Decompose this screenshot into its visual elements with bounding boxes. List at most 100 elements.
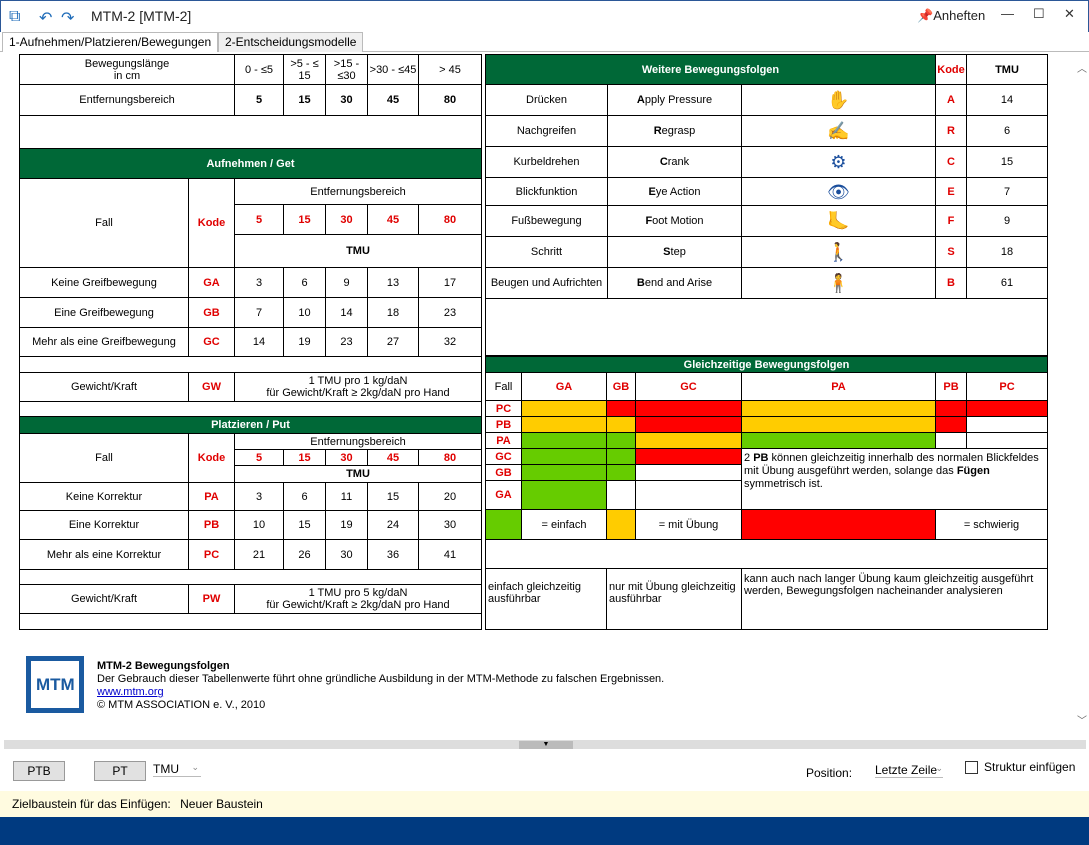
get-range-label: Entfernungsbereich <box>234 178 482 205</box>
get-weight-text-2: für Gewicht/Kraft ≥ 2kg/daN pro Hand <box>266 387 450 399</box>
minimize-icon[interactable]: — <box>1001 6 1014 21</box>
get-row-value: 14 <box>234 327 284 357</box>
further-row-en-rest: rank <box>667 156 690 168</box>
get-code-3: 45 <box>367 204 419 235</box>
tab-entscheidungsmodelle[interactable]: 2-Entscheidungsmodelle <box>218 32 364 52</box>
simul-cell <box>966 432 1048 449</box>
scroll-up-icon[interactable]: ︿ <box>1077 60 1087 75</box>
title-bar: ⧉ ↶ ↷ MTM-2 [MTM-2] 📌Anheften — ☐ ✕ <box>0 0 1089 32</box>
redo-icon[interactable]: ↷ <box>61 8 74 28</box>
pt-button[interactable]: PT <box>94 761 146 781</box>
footer-title: MTM-2 Bewegungsfolgen <box>97 660 230 672</box>
put-weight-text: 1 TMU pro 5 kg/daN für Gewicht/Kraft ≥ 2k… <box>234 584 482 614</box>
footer-link[interactable]: www.mtm.org <box>97 686 664 699</box>
further-row-en: Crank <box>607 146 742 178</box>
simul-cell <box>741 400 936 417</box>
undo-icon[interactable]: ↶ <box>39 8 52 28</box>
get-title: Aufnehmen / Get <box>19 148 482 179</box>
get-row-value: 27 <box>367 327 419 357</box>
distance-label: Entfernungsbereich <box>19 84 235 116</box>
tab-aufnehmen[interactable]: 1-Aufnehmen/Platzieren/Bewegungen <box>2 32 219 53</box>
desc-hard: kann auch nach langer Übung kaum gleichz… <box>741 568 1048 630</box>
simul-cell <box>606 432 636 449</box>
put-range-label: Entfernungsbereich <box>234 433 482 450</box>
spacer <box>485 539 1048 569</box>
put-row-value: 19 <box>325 510 368 540</box>
simul-col-header: GB <box>606 372 636 401</box>
pin-button[interactable]: 📌Anheften <box>917 8 985 24</box>
simul-row-header: GA <box>485 480 522 510</box>
struktur-checkbox[interactable] <box>965 761 978 774</box>
further-row-tmu: 61 <box>966 267 1048 299</box>
further-row-en-rest: tep <box>670 246 686 258</box>
put-row-value: 21 <box>234 539 284 570</box>
put-row-value: 24 <box>367 510 419 540</box>
further-row-en-first: E <box>648 185 656 198</box>
put-row-label: Keine Korrektur <box>19 482 189 511</box>
further-row-de: Beugen und Aufrichten <box>485 267 608 299</box>
further-row-en: Foot Motion <box>607 205 742 237</box>
unit-select[interactable]: TMU ⌄ <box>153 762 201 777</box>
put-row-value: 3 <box>234 482 284 511</box>
simul-note: 2 PB können gleichzeitig innerhalb des n… <box>741 449 1048 510</box>
tab-bar: 1-Aufnehmen/Platzieren/Bewegungen 2-Ents… <box>0 32 1089 53</box>
further-title: Weitere Bewegungsfolgen <box>485 54 936 85</box>
chevron-down-icon: ⌄ <box>935 763 943 773</box>
put-row-label: Mehr als eine Korrektur <box>19 539 189 570</box>
close-icon[interactable]: ✕ <box>1064 6 1075 22</box>
splitter[interactable]: ▼ <box>4 740 1086 749</box>
mtm-logo-text: MTM <box>34 675 77 695</box>
scroll-down-icon[interactable]: ﹀ <box>1077 712 1087 727</box>
get-row-value: 6 <box>283 267 326 298</box>
simul-cell <box>635 480 742 510</box>
further-row-de: Blickfunktion <box>485 177 608 206</box>
crank-icon: ⚙ <box>741 146 936 178</box>
position-select[interactable]: Letzte Zeile ⌄ <box>875 763 943 778</box>
further-row-de: Drücken <box>485 84 608 116</box>
further-row-en-rest: ye Action <box>655 185 701 198</box>
put-row-code: PC <box>188 539 235 570</box>
note-pre: 2 <box>744 452 754 464</box>
further-row-en-rest: end and Arise <box>644 277 713 289</box>
put-row-value: 36 <box>367 539 419 570</box>
simul-cell <box>635 464 742 481</box>
further-row-en-rest: egrasp <box>661 125 696 137</box>
unit-value: TMU <box>153 762 179 776</box>
put-row-value: 30 <box>418 510 482 540</box>
legend-hard-swatch <box>741 509 936 540</box>
further-row-en-first: R <box>653 125 662 137</box>
distance-header: Bewegungslänge in cm <box>19 54 235 85</box>
status-value: Neuer Baustein <box>180 797 263 811</box>
spacer <box>19 613 482 630</box>
legend-hard-label: = schwierig <box>935 509 1048 540</box>
further-row-en: Step <box>607 236 742 268</box>
vertical-scrollbar[interactable]: ︿ ﹀ <box>1075 52 1088 742</box>
simul-fall-header: Fall <box>485 372 522 401</box>
put-tmu-label: TMU <box>234 465 482 483</box>
put-row-value: 41 <box>418 539 482 570</box>
put-row-value: 15 <box>367 482 419 511</box>
get-row-value: 9 <box>325 267 368 298</box>
put-row-value: 11 <box>325 482 368 511</box>
chevron-down-icon: ⌄ <box>191 762 199 772</box>
simul-cell <box>521 416 607 433</box>
get-row-value: 13 <box>367 267 419 298</box>
footer-info: MTM-2 Bewegungsfolgen Der Gebrauch diese… <box>97 660 664 712</box>
simul-cell <box>635 432 742 449</box>
simul-row-header: GC <box>485 448 522 465</box>
further-row-tmu: 18 <box>966 236 1048 268</box>
get-row-value: 23 <box>325 327 368 357</box>
simul-cell <box>606 400 636 417</box>
ptb-button[interactable]: PTB <box>13 761 65 781</box>
footer-copyright: © MTM ASSOCIATION e. V., 2010 <box>97 699 266 711</box>
maximize-icon[interactable]: ☐ <box>1033 6 1045 22</box>
further-row-de: Nachgreifen <box>485 115 608 147</box>
mtm-logo: MTM <box>26 656 84 713</box>
splitter-handle-icon[interactable]: ▼ <box>519 741 573 749</box>
simul-cell <box>635 448 742 465</box>
further-row-code: A <box>935 84 967 116</box>
note-mid: können gleichzeitig innerhalb des normal… <box>744 452 1039 477</box>
put-title: Platzieren / Put <box>19 416 482 434</box>
dist-code-4: 80 <box>418 84 482 116</box>
put-code-4: 80 <box>418 449 482 466</box>
